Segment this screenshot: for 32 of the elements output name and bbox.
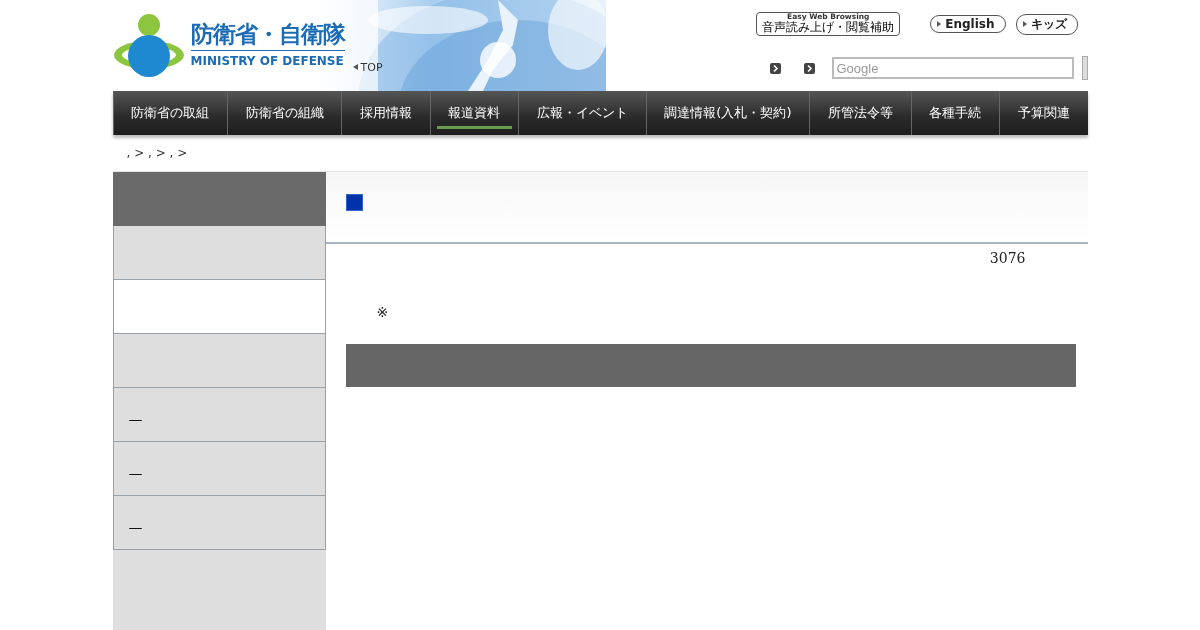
logo-icon: [112, 13, 185, 77]
sidebar-item[interactable]: —: [112, 442, 326, 496]
note-mark: ※: [376, 304, 390, 320]
nav-tab[interactable]: 各種手続: [910, 91, 1000, 135]
language-link[interactable]: キッズ: [1015, 13, 1078, 35]
triangle-icon: [1022, 21, 1027, 28]
search-button[interactable]: [1081, 56, 1088, 81]
search-field[interactable]: Google: [831, 57, 1074, 80]
nav-tab[interactable]: 広報・イベント: [518, 91, 646, 135]
count-text: 3076: [989, 250, 1026, 266]
nav-tab[interactable]: 採用情報: [341, 91, 430, 135]
nav-tab[interactable]: 調達情報(入札・契約): [645, 91, 810, 135]
nav-tab[interactable]: 防衛省の組織: [226, 91, 342, 135]
square-icon: [345, 194, 363, 211]
nav-tab[interactable]: 防衛省の取組: [112, 91, 227, 135]
top-link[interactable]: TOP: [352, 60, 383, 74]
sidebar-item[interactable]: [112, 334, 326, 388]
nav-tab[interactable]: 報道資料: [429, 91, 519, 135]
sidebar-item[interactable]: —: [112, 388, 326, 442]
triangle-icon: [352, 64, 358, 70]
sidebar-item[interactable]: [112, 280, 326, 334]
nav-tab[interactable]: 所管法令等: [809, 91, 911, 135]
logo-title: 防衛省・自衛隊: [190, 22, 345, 51]
arrow-icon[interactable]: [803, 62, 815, 74]
logo-subtitle: MINISTRY OF DEFENSE: [190, 53, 345, 68]
arrow-icon[interactable]: [769, 62, 781, 74]
language-link[interactable]: English: [930, 15, 1006, 34]
nav-tab[interactable]: 予算関連: [999, 91, 1088, 135]
breadcrumb: , > , > , >: [126, 146, 188, 160]
sidebar-item[interactable]: —: [112, 496, 326, 550]
sidebar-item[interactable]: [112, 226, 326, 280]
triangle-icon: [937, 21, 942, 28]
